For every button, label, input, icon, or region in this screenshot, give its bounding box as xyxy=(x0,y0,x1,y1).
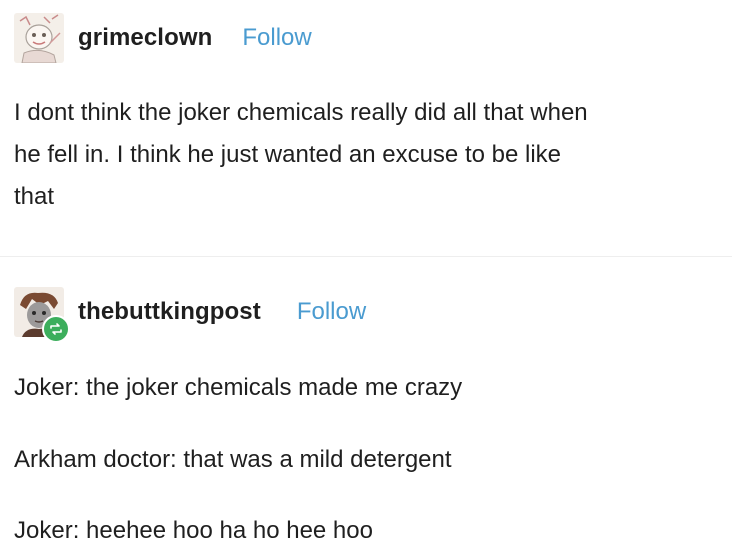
post-header: grimeclown Follow xyxy=(14,10,312,66)
follow-button[interactable]: Follow xyxy=(242,24,311,52)
avatar-sketch-icon xyxy=(14,13,64,63)
post-paragraph: Arkham doctor: that was a mild detergent xyxy=(14,446,452,473)
post-header: thebuttkingpost Follow xyxy=(14,284,366,343)
reblog-icon xyxy=(50,323,62,335)
username[interactable]: grimeclown xyxy=(78,24,212,52)
avatar[interactable] xyxy=(14,287,70,343)
post-paragraph: Joker: the joker chemicals made me crazy xyxy=(14,374,463,401)
post-body: I dont think the joker chemicals really … xyxy=(14,92,722,218)
username[interactable]: thebuttkingpost xyxy=(78,298,261,326)
follow-button[interactable]: Follow xyxy=(297,298,366,326)
post-thebuttkingpost: thebuttkingpost Follow Joker: the joker … xyxy=(0,257,732,549)
post-text-line: that xyxy=(14,183,55,210)
post-text-line: he fell in. I think he just wanted an ex… xyxy=(14,141,561,168)
reblog-badge xyxy=(42,315,70,343)
avatar[interactable] xyxy=(14,13,64,63)
post-paragraph: Joker: heehee hoo ha ho hee hoo xyxy=(14,517,373,544)
post-grimeclown: grimeclown Follow I dont think the joker… xyxy=(0,0,732,256)
post-text-line: I dont think the joker chemicals really … xyxy=(14,99,588,126)
